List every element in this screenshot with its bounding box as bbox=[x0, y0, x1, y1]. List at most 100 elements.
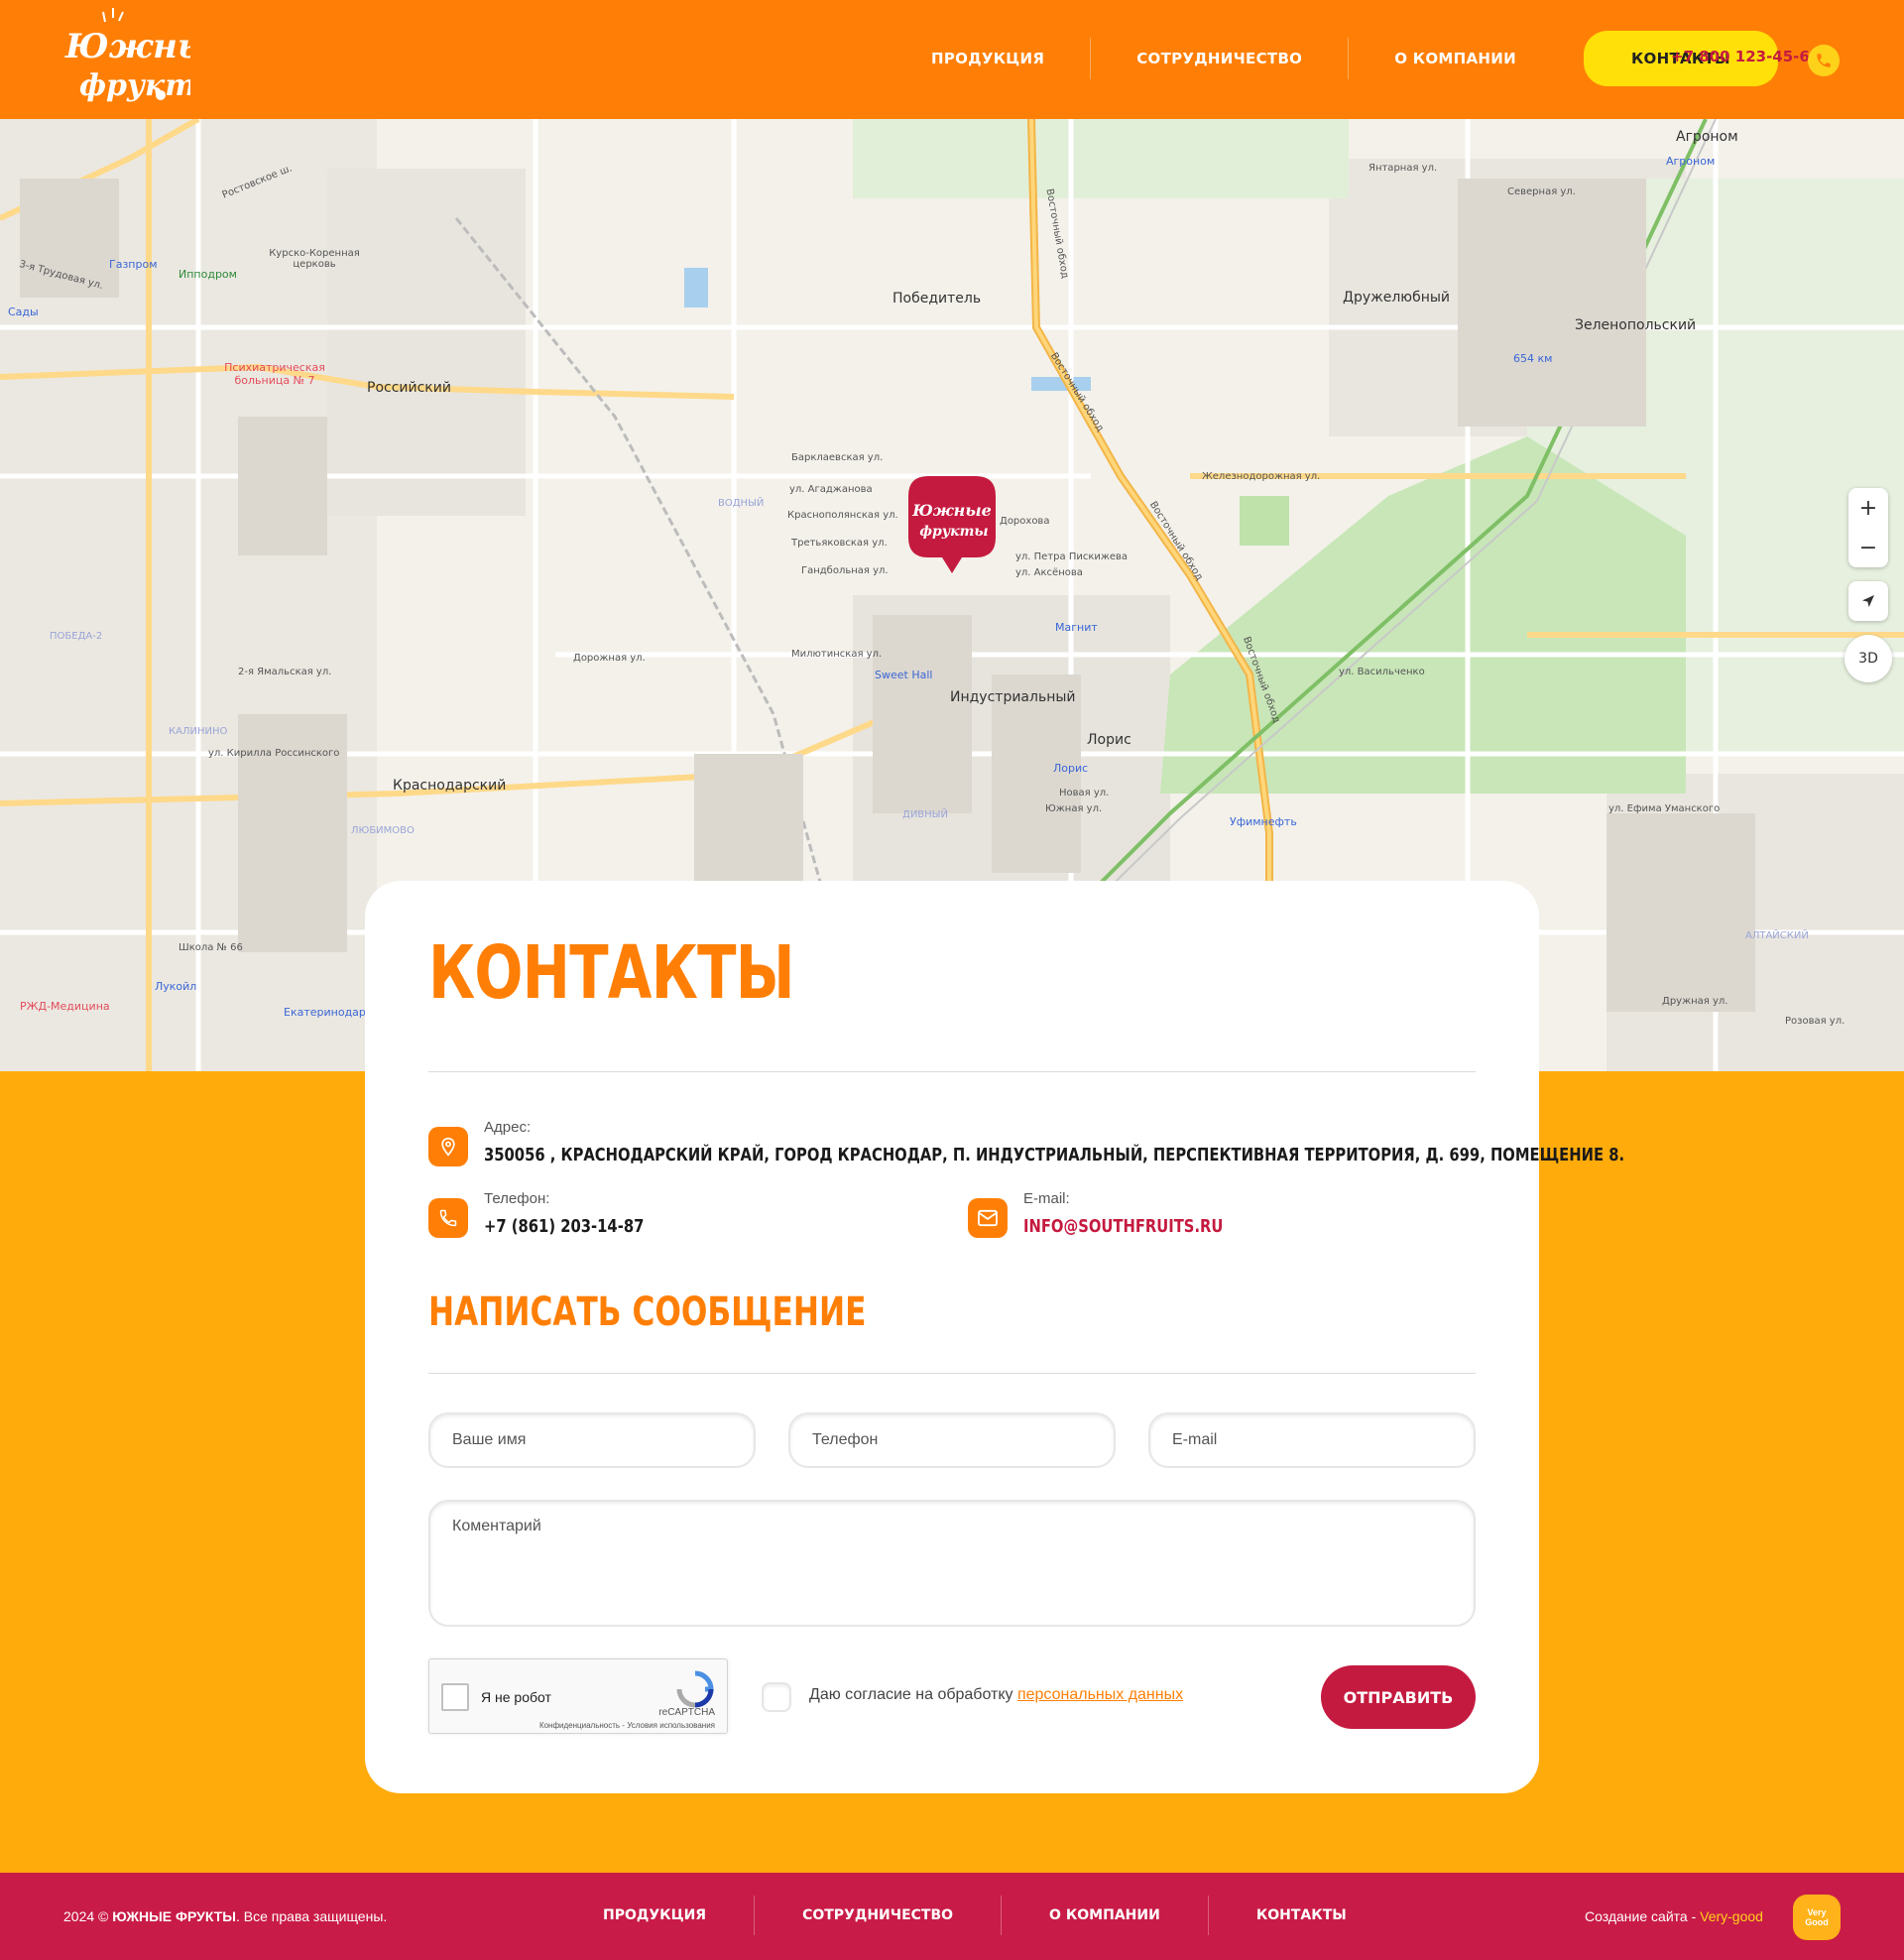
footer-nav-cooperation[interactable]: Сотрудничество bbox=[755, 1907, 1001, 1923]
developer-label: Создание сайта - bbox=[1585, 1908, 1697, 1924]
nav-about[interactable]: О компании bbox=[1349, 39, 1562, 78]
logo-graphic: Южные фрукты bbox=[64, 8, 233, 103]
map-label: Железнодорожная ул. bbox=[1202, 471, 1321, 482]
map-label: Третьяковская ул. bbox=[791, 538, 888, 549]
map-label: Уфимнефть bbox=[1230, 815, 1297, 828]
phone-input[interactable] bbox=[788, 1412, 1116, 1468]
name-input[interactable] bbox=[428, 1412, 756, 1468]
copyright-rights: . Все права защищены. bbox=[236, 1908, 388, 1924]
map-label: Магнит bbox=[1055, 621, 1098, 634]
map-label: Гандбольная ул. bbox=[801, 565, 889, 576]
map-label: Российский bbox=[367, 380, 451, 396]
footer-nav-contacts[interactable]: Контакты bbox=[1209, 1907, 1394, 1923]
map-label: Янтарная ул. bbox=[1368, 163, 1438, 174]
email-input[interactable] bbox=[1148, 1412, 1476, 1468]
map-label: Водный bbox=[718, 498, 765, 509]
svg-text:фрукты: фрукты bbox=[919, 524, 988, 540]
email-link[interactable]: info@southfruits.ru bbox=[1023, 1216, 1223, 1237]
map-label: Зеленопольский bbox=[1575, 317, 1697, 333]
consent-checkbox[interactable] bbox=[762, 1682, 791, 1712]
developer-logo-icon[interactable]: Very Good bbox=[1793, 1895, 1841, 1940]
map-label: ул. Петра Пискижева bbox=[1015, 551, 1129, 562]
svg-text:фрукты: фрукты bbox=[79, 68, 190, 103]
map-label: Sweet Hall bbox=[875, 669, 933, 681]
map-label: ул. Ефима Уманского bbox=[1608, 803, 1721, 814]
privacy-policy-link[interactable]: персональных данных bbox=[1017, 1686, 1183, 1703]
site-header: Южные фрукты Продукция Сотрудничество О … bbox=[0, 0, 1904, 119]
map-label: Любимово bbox=[351, 825, 415, 836]
email-icon bbox=[968, 1198, 1008, 1238]
map-label: Барклаевская ул. bbox=[791, 452, 884, 463]
footer-nav-products[interactable]: Продукция bbox=[555, 1907, 754, 1923]
divider bbox=[428, 1373, 1476, 1374]
submit-button[interactable]: Отправить bbox=[1321, 1665, 1476, 1729]
svg-text:Южные: Южные bbox=[64, 27, 190, 66]
map-label: Сады bbox=[8, 306, 39, 318]
consent-label: Даю согласие на обработку bbox=[809, 1686, 1013, 1703]
map-label: Краснодарский bbox=[393, 778, 507, 794]
svg-text:Южные: Южные bbox=[911, 501, 992, 520]
copyright-year: 2024 © bbox=[63, 1908, 109, 1924]
address-value: 350056 , Краснодарский край, город Красн… bbox=[484, 1145, 1625, 1165]
map-label: Газпром bbox=[109, 258, 158, 271]
map-label: Дружелюбный bbox=[1343, 290, 1451, 306]
phone-link[interactable]: +7 (861) 203-14-87 bbox=[484, 1216, 644, 1237]
map-label: Курско-Коренная церковь bbox=[269, 248, 360, 270]
map-label: 654 км bbox=[1513, 352, 1553, 365]
map-label: Индустриальный bbox=[950, 689, 1076, 705]
recaptcha-brand: reCAPTCHA bbox=[658, 1707, 715, 1718]
phone-label: Телефон: bbox=[484, 1190, 550, 1207]
map-3d-toggle[interactable]: 3D bbox=[1844, 635, 1892, 682]
consent-text: Даю согласие на обработку персональных д… bbox=[809, 1686, 1183, 1704]
map-label: Дорожная ул. bbox=[573, 653, 646, 664]
map-label: Розовая ул. bbox=[1785, 1016, 1845, 1027]
geolocate-control bbox=[1848, 581, 1888, 621]
geolocate-icon[interactable] bbox=[1848, 581, 1888, 621]
divider bbox=[428, 1071, 1476, 1072]
map-label: Лукойл bbox=[155, 980, 197, 993]
nav-cooperation[interactable]: Сотрудничество bbox=[1091, 39, 1348, 78]
map-label: РЖД-Медицина bbox=[20, 1000, 110, 1013]
developer-badge-text: Very Good bbox=[1805, 1907, 1829, 1927]
copyright-brand: ЮЖНЫЕ ФРУКТЫ bbox=[112, 1908, 236, 1924]
map-label: Победа-2 bbox=[50, 631, 103, 642]
map-label: Дружная ул. bbox=[1662, 996, 1728, 1007]
phone-icon[interactable] bbox=[1808, 45, 1840, 76]
zoom-in-button[interactable]: + bbox=[1848, 488, 1888, 528]
map-label: ул. Аксёнова bbox=[1015, 567, 1083, 578]
zoom-out-button[interactable]: − bbox=[1848, 528, 1888, 567]
page-title: Контакты bbox=[428, 930, 795, 1016]
form-title: Написать сообщение bbox=[428, 1289, 867, 1335]
recaptcha-icon bbox=[676, 1670, 714, 1708]
recaptcha-widget: Я не робот reCAPTCHA Конфиденциальность … bbox=[428, 1658, 728, 1734]
map-label: ул. Кирилла Россинского bbox=[208, 748, 340, 759]
footer-nav-about[interactable]: О компании bbox=[1002, 1907, 1208, 1923]
map-label: Лорис bbox=[1087, 732, 1131, 748]
map-label: Ипподром bbox=[178, 268, 237, 281]
header-phone[interactable]: +7 800 123-45-67 bbox=[1671, 48, 1820, 65]
contacts-card: Контакты Адрес: 350056 , Краснодарский к… bbox=[365, 881, 1624, 1793]
developer-credit: Создание сайта - Very-good bbox=[1585, 1908, 1763, 1924]
map-label: Алтайский bbox=[1745, 930, 1809, 941]
map-label: Екатеринодар bbox=[284, 1006, 366, 1019]
email-label: E-mail: bbox=[1023, 1190, 1070, 1207]
3d-label: 3D bbox=[1858, 651, 1878, 667]
map-label: Победитель bbox=[892, 291, 982, 306]
map-label: Калинино bbox=[169, 726, 228, 737]
zoom-controls: + − bbox=[1848, 488, 1888, 567]
recaptcha-checkbox[interactable] bbox=[441, 1683, 469, 1711]
recaptcha-privacy-link[interactable]: Конфиденциальность - Условия использован… bbox=[539, 1721, 715, 1730]
map-label: ул. Васильченко bbox=[1339, 667, 1425, 677]
copyright: 2024 © ЮЖНЫЕ ФРУКТЫ. Все права защищены. bbox=[63, 1908, 387, 1924]
site-logo[interactable]: Южные фрукты bbox=[61, 6, 233, 113]
map-label: Краснополянская ул. bbox=[787, 510, 898, 521]
comment-input[interactable] bbox=[428, 1500, 1476, 1627]
map-label: Дивный bbox=[902, 809, 948, 820]
map-label: Агроном bbox=[1666, 155, 1716, 168]
map-label: Психиатрическая больница № 7 bbox=[224, 361, 325, 387]
developer-link[interactable]: Very-good bbox=[1700, 1908, 1763, 1924]
nav-products[interactable]: Продукция bbox=[886, 39, 1090, 78]
location-pin-icon[interactable]: Южные фрукты bbox=[908, 476, 996, 575]
location-icon bbox=[428, 1127, 468, 1166]
map-label: Дорохова bbox=[1000, 516, 1050, 527]
